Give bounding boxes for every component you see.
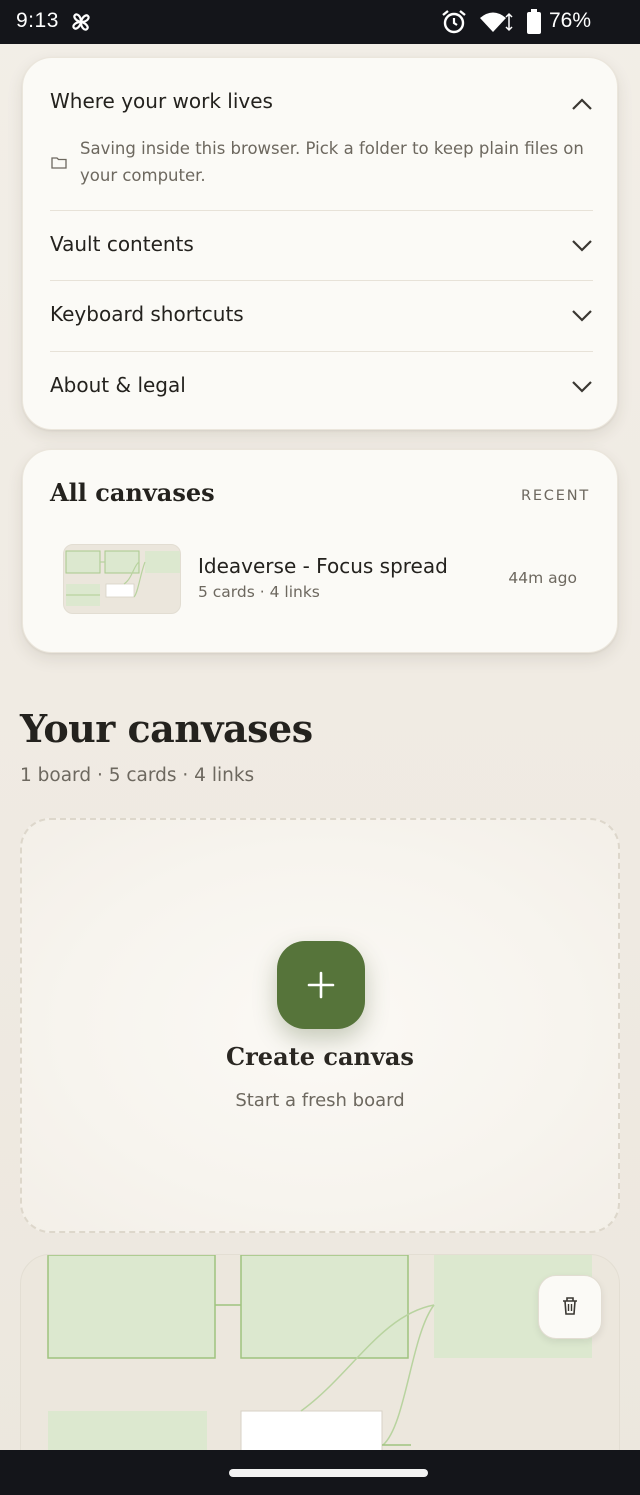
accordion-where-header[interactable]: Where your work lives <box>50 89 593 119</box>
trash-icon <box>563 1297 577 1315</box>
canvas-name: Ideaverse - Focus spread <box>198 554 448 578</box>
alarm-icon <box>442 10 466 34</box>
chevron-down-icon <box>572 381 592 393</box>
your-canvases-summary: 1 board · 5 cards · 4 links <box>20 765 255 786</box>
create-canvas-title: Create canvas <box>226 1042 414 1071</box>
all-canvases-title: All canvases <box>50 478 215 507</box>
where-description: Saving inside this browser. Pick a folde… <box>80 139 584 185</box>
settings-accordion: Where your work lives Saving inside this… <box>22 57 618 430</box>
section-label: Vault contents <box>50 232 194 256</box>
home-gesture-handle[interactable] <box>229 1469 428 1477</box>
chevron-down-icon <box>572 310 592 322</box>
battery-icon <box>527 9 541 34</box>
divider <box>50 210 593 211</box>
canvas-meta: 5 cards · 4 links <box>198 583 320 601</box>
wifi-icon <box>480 12 513 32</box>
sort-recent-label[interactable]: RECENT <box>521 488 590 504</box>
divider <box>50 351 593 352</box>
all-canvases-card: All canvases RECENT Ideaverse - Focus sp… <box>22 449 618 653</box>
status-time: 9:13 <box>16 9 59 32</box>
section-label: Keyboard shortcuts <box>50 302 244 326</box>
chevron-up-icon <box>572 98 592 110</box>
folder-icon <box>51 157 67 169</box>
status-bar: 9:13 76% <box>0 0 640 44</box>
divider <box>50 280 593 281</box>
create-canvas-button[interactable] <box>277 941 365 1029</box>
canvas-thumbnail <box>63 544 181 614</box>
accordion-vault-contents[interactable]: Vault contents <box>50 232 593 262</box>
accordion-about-legal[interactable]: About & legal <box>50 373 593 403</box>
delete-board-button[interactable] <box>538 1275 602 1339</box>
your-canvases-title: Your canvases <box>20 706 313 751</box>
create-canvas-tile[interactable]: Create canvas Start a fresh board <box>20 818 620 1233</box>
where-title: Where your work lives <box>50 89 273 113</box>
canvas-updated-time: 44m ago <box>508 569 577 587</box>
pinwheel-icon <box>72 13 90 31</box>
system-nav-bar <box>0 1450 640 1495</box>
section-label: About & legal <box>50 373 186 397</box>
plus-icon <box>307 971 335 999</box>
accordion-keyboard-shortcuts[interactable]: Keyboard shortcuts <box>50 302 593 332</box>
battery-level: 76% <box>549 9 592 32</box>
app-page: 9:13 76% Where your work lives Saving in… <box>0 0 640 1495</box>
chevron-down-icon <box>572 240 592 252</box>
create-canvas-subtitle: Start a fresh board <box>235 1090 405 1111</box>
